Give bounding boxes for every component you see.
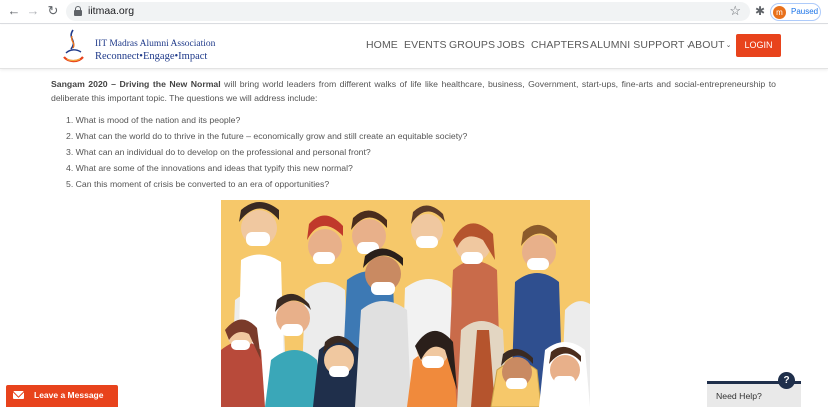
list-item: 4. What are some of the innovations and …	[66, 163, 353, 173]
nav-events[interactable]: EVENTS	[404, 39, 447, 51]
intro-paragraph: Sangam 2020 – Driving the New Normal wil…	[51, 77, 776, 105]
star-icon[interactable]: ☆	[729, 3, 741, 19]
forward-arrow-icon[interactable]: →	[26, 4, 40, 18]
nav-jobs[interactable]: JOBS	[497, 39, 525, 51]
logo-title[interactable]: IIT Madras Alumni Association	[95, 39, 215, 49]
back-arrow-icon[interactable]: ←	[7, 4, 21, 18]
list-item: 3. What can an individual do to develop …	[66, 147, 371, 157]
nav-groups[interactable]: GROUPS	[449, 39, 495, 51]
browser-toolbar: ← → ↻ iitmaa.org ☆ ✱ m Paused	[0, 0, 828, 24]
list-item: 1. What is mood of the nation and its pe…	[66, 115, 241, 125]
lock-icon[interactable]	[74, 6, 82, 16]
need-help-label: Need Help?	[716, 391, 762, 401]
nav-home[interactable]: HOME	[366, 39, 398, 51]
url-text[interactable]: iitmaa.org	[88, 5, 134, 17]
mail-icon	[13, 391, 24, 399]
help-icon[interactable]: ?	[778, 372, 795, 389]
profile-button[interactable]: m Paused	[770, 3, 821, 21]
nav-about[interactable]: ABOUT⌄	[688, 39, 732, 51]
avatar: m	[773, 6, 786, 19]
intro-event-title: Sangam 2020 – Driving the New Normal	[51, 79, 221, 89]
nav-chapters[interactable]: CHAPTERS	[531, 39, 589, 51]
chevron-down-icon: ⌄	[725, 42, 732, 49]
reload-icon[interactable]: ↻	[46, 4, 60, 18]
leave-message-label: Leave a Message	[34, 390, 104, 400]
logo-icon[interactable]	[60, 27, 86, 67]
masked-crowd-illustration	[221, 200, 590, 407]
login-button[interactable]: LOGIN	[736, 34, 781, 57]
nav-about-label: ABOUT	[688, 39, 725, 51]
leave-message-button[interactable]: Leave a Message	[6, 385, 118, 407]
nav-alumni-support[interactable]: ALUMNI SUPPORT⌄	[590, 39, 692, 51]
address-bar[interactable]: iitmaa.org ☆	[66, 2, 750, 21]
profile-status: Paused	[791, 7, 819, 16]
questions-list: 1. What is mood of the nation and its pe…	[66, 112, 467, 192]
logo-tagline[interactable]: Reconnect•Engage•Impact	[95, 51, 207, 62]
list-item: 5. Can this moment of crisis be converte…	[66, 179, 330, 189]
list-item: 2. What can the world do to thrive in th…	[66, 131, 468, 141]
nav-alumni-support-label: ALUMNI SUPPORT	[590, 39, 685, 51]
site-header: IIT Madras Alumni Association Reconnect•…	[0, 25, 828, 69]
extensions-icon[interactable]: ✱	[755, 4, 765, 18]
